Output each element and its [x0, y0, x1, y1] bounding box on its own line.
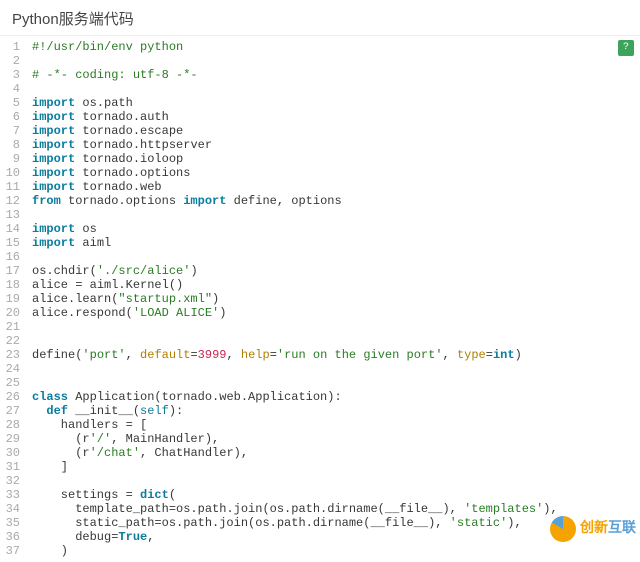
- code-line: [32, 334, 634, 348]
- watermark-logo-icon: [550, 516, 576, 542]
- code-line: [32, 376, 634, 390]
- copy-button[interactable]: ?: [618, 40, 634, 56]
- code-line: [32, 250, 634, 264]
- line-number: 37: [4, 544, 20, 558]
- code-line: # -*- coding: utf-8 -*-: [32, 68, 634, 82]
- code-line: import tornado.escape: [32, 124, 634, 138]
- line-number: 28: [4, 418, 20, 432]
- code-line: define('port', default=3999, help='run o…: [32, 348, 634, 362]
- page-title: Python服务端代码: [0, 0, 640, 35]
- line-number: 4: [4, 82, 20, 96]
- line-number: 20: [4, 306, 20, 320]
- code-line: alice.learn("startup.xml"): [32, 292, 634, 306]
- code-line: settings = dict(: [32, 488, 634, 502]
- code-line: static_path=os.path.join(os.path.dirname…: [32, 516, 634, 530]
- line-number: 17: [4, 264, 20, 278]
- line-number: 14: [4, 222, 20, 236]
- code-line: os.chdir('./src/alice'): [32, 264, 634, 278]
- watermark-text: 创新互联: [580, 522, 636, 536]
- line-number: 8: [4, 138, 20, 152]
- line-number: 1: [4, 40, 20, 54]
- line-number: 23: [4, 348, 20, 362]
- code-line: import tornado.auth: [32, 110, 634, 124]
- line-number: 22: [4, 334, 20, 348]
- line-number: 24: [4, 362, 20, 376]
- watermark: 创新互联: [550, 516, 636, 542]
- line-number: 34: [4, 502, 20, 516]
- code-line: import tornado.ioloop: [32, 152, 634, 166]
- line-number: 18: [4, 278, 20, 292]
- code-line: [32, 474, 634, 488]
- code-line: handlers = [: [32, 418, 634, 432]
- code-line: def __init__(self):: [32, 404, 634, 418]
- code-line: #!/usr/bin/env python: [32, 40, 634, 54]
- code-line: import tornado.httpserver: [32, 138, 634, 152]
- line-number: 10: [4, 166, 20, 180]
- line-number: 26: [4, 390, 20, 404]
- code-line: [32, 208, 634, 222]
- code-block: ? 12345678910111213141516171819202122232…: [0, 35, 640, 562]
- line-number: 2: [4, 54, 20, 68]
- line-number: 36: [4, 530, 20, 544]
- code-line: alice = aiml.Kernel(): [32, 278, 634, 292]
- line-number: 32: [4, 474, 20, 488]
- code-line: (r'/chat', ChatHandler),: [32, 446, 634, 460]
- code-line: template_path=os.path.join(os.path.dirna…: [32, 502, 634, 516]
- code-line: ]: [32, 460, 634, 474]
- code-line: import tornado.options: [32, 166, 634, 180]
- line-number: 7: [4, 124, 20, 138]
- line-number: 13: [4, 208, 20, 222]
- code-line: import os.path: [32, 96, 634, 110]
- code-line: [32, 362, 634, 376]
- line-number: 5: [4, 96, 20, 110]
- line-number: 11: [4, 180, 20, 194]
- code-line: from tornado.options import define, opti…: [32, 194, 634, 208]
- code-content[interactable]: #!/usr/bin/env python # -*- coding: utf-…: [26, 36, 640, 562]
- line-number: 33: [4, 488, 20, 502]
- code-line: ): [32, 544, 634, 558]
- code-line: [32, 320, 634, 334]
- line-number: 21: [4, 320, 20, 334]
- line-number: 29: [4, 432, 20, 446]
- code-line: [32, 82, 634, 96]
- code-line: import tornado.web: [32, 180, 634, 194]
- line-number: 12: [4, 194, 20, 208]
- line-number-gutter: 1234567891011121314151617181920212223242…: [0, 36, 26, 562]
- line-number: 3: [4, 68, 20, 82]
- line-number: 16: [4, 250, 20, 264]
- code-line: class Application(tornado.web.Applicatio…: [32, 390, 634, 404]
- line-number: 15: [4, 236, 20, 250]
- line-number: 30: [4, 446, 20, 460]
- line-number: 35: [4, 516, 20, 530]
- code-line: import os: [32, 222, 634, 236]
- code-line: debug=True,: [32, 530, 634, 544]
- code-line: (r'/', MainHandler),: [32, 432, 634, 446]
- code-line: [32, 54, 634, 68]
- line-number: 25: [4, 376, 20, 390]
- line-number: 31: [4, 460, 20, 474]
- line-number: 9: [4, 152, 20, 166]
- line-number: 19: [4, 292, 20, 306]
- line-number: 27: [4, 404, 20, 418]
- line-number: 6: [4, 110, 20, 124]
- code-line: import aiml: [32, 236, 634, 250]
- code-line: alice.respond('LOAD ALICE'): [32, 306, 634, 320]
